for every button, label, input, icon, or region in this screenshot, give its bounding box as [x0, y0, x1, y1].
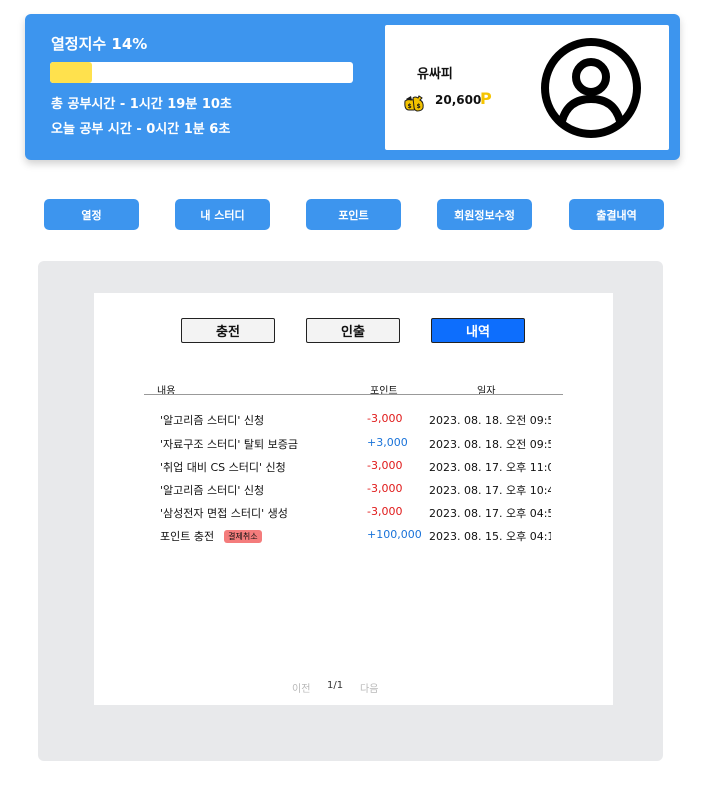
total-study-time: 총 공부시간 - 1시간 19분 10초	[51, 97, 232, 112]
nav-edit-profile-button[interactable]: 회원정보수정	[437, 199, 532, 230]
row-content-text: 포인트 충전	[160, 530, 215, 543]
passion-index-title: 열정지수 14%	[51, 35, 148, 53]
row-date: 2023. 08. 18. 오전 09:51:	[429, 438, 551, 451]
payment-cancel-badge[interactable]: 결제취소	[224, 529, 262, 543]
row-point: -3,000	[367, 505, 403, 518]
next-page-button[interactable]: 다음	[360, 680, 378, 695]
tab-charge[interactable]: 충전	[181, 318, 275, 343]
row-date: 2023. 08. 18. 오전 09:56:	[429, 414, 551, 427]
username: 유싸피	[417, 67, 453, 82]
row-content: '자료구조 스터디' 탈퇴 보증금	[160, 438, 298, 451]
row-point: -3,000	[367, 482, 403, 495]
nav-my-study-button[interactable]: 내 스터디	[175, 199, 270, 230]
row-date: 2023. 08. 17. 오후 10:48:	[429, 484, 551, 497]
nav-passion-button[interactable]: 열정	[44, 199, 139, 230]
tab-history[interactable]: 내역	[431, 318, 525, 343]
page-indicator: 1/1	[327, 680, 344, 691]
row-content: '알고리즘 스터디' 신청	[160, 414, 265, 427]
point-unit: P	[480, 89, 492, 108]
row-date: 2023. 08. 17. 오후 04:54:	[429, 507, 551, 520]
table-row: 포인트 충전 결제취소 +100,000 2023. 08. 15. 오후 04:…	[0, 528, 724, 546]
row-content: 포인트 충전 결제취소	[160, 528, 262, 544]
table-row: '알고리즘 스터디' 신청 -3,000 2023. 08. 17. 오후 10…	[0, 482, 724, 500]
profile-box: 유싸피 $ $ 20,600 P	[385, 25, 669, 150]
nav-attendance-button[interactable]: 출결내역	[569, 199, 664, 230]
today-study-time: 오늘 공부 시간 - 0시간 1분 6초	[51, 122, 231, 137]
tab-withdraw[interactable]: 인출	[306, 318, 400, 343]
row-point: +3,000	[367, 436, 408, 449]
table-row: '삼성전자 면접 스터디' 생성 -3,000 2023. 08. 17. 오후…	[0, 505, 724, 523]
row-date: 2023. 08. 17. 오후 11:06:	[429, 461, 551, 474]
svg-text:$: $	[408, 103, 412, 110]
passion-progress-fill	[50, 62, 93, 83]
coin-bag-icon: $ $	[404, 95, 424, 112]
points-balance: 20,600	[435, 93, 482, 107]
prev-page-button[interactable]: 이전	[292, 680, 310, 695]
row-point: -3,000	[367, 459, 403, 472]
svg-text:$: $	[417, 103, 421, 110]
nav-point-button[interactable]: 포인트	[306, 199, 401, 230]
row-content: '삼성전자 면접 스터디' 생성	[160, 507, 288, 520]
row-content: '알고리즘 스터디' 신청	[160, 484, 265, 497]
row-point: +100,000	[367, 528, 422, 541]
user-circle-icon	[541, 38, 641, 138]
table-row: '취업 대비 CS 스터디' 신청 -3,000 2023. 08. 17. 오…	[0, 459, 724, 477]
row-date: 2023. 08. 15. 오후 04:15:	[429, 530, 551, 543]
table-row: '알고리즘 스터디' 신청 -3,000 2023. 08. 18. 오전 09…	[0, 412, 724, 430]
passion-progress-bar	[50, 62, 353, 83]
header-divider	[144, 394, 563, 395]
profile-header-card: 열정지수 14% 총 공부시간 - 1시간 19분 10초 오늘 공부 시간 -…	[25, 14, 680, 160]
row-point: -3,000	[367, 412, 403, 425]
table-row: '자료구조 스터디' 탈퇴 보증금 +3,000 2023. 08. 18. 오…	[0, 436, 724, 454]
row-content: '취업 대비 CS 스터디' 신청	[160, 461, 286, 474]
